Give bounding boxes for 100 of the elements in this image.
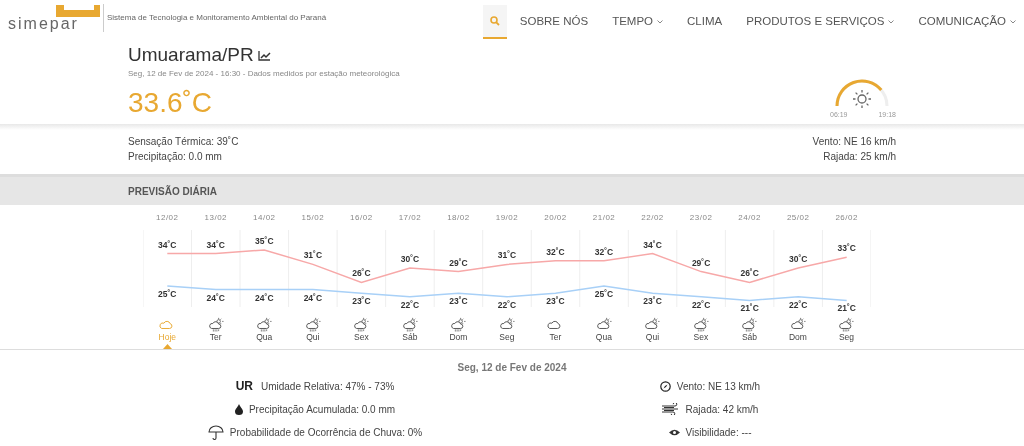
- selected-pointer-icon: [163, 344, 172, 349]
- tagline: Sistema de Tecnologia e Monitoramento Ambiental do Paraná: [107, 12, 327, 24]
- date-label: 17/02: [398, 213, 422, 222]
- temperature-label: 31˚C: [497, 250, 517, 261]
- date-label: 12/02: [156, 213, 179, 222]
- day-tab[interactable]: Ter: [531, 317, 580, 346]
- rain-cloud-sun-icon: [256, 317, 273, 332]
- detail-date: Seg, 12 de Fev de 2024: [457, 361, 567, 375]
- temperature-label: 22˚C: [691, 299, 711, 310]
- day-tab[interactable]: Seg: [822, 317, 871, 346]
- date-label: 18/02: [447, 213, 470, 222]
- nav-link[interactable]: PRODUTOS E SERVIÇOS: [746, 13, 895, 31]
- temperature-label: 26˚C: [352, 268, 371, 279]
- cloud-sun-icon: [498, 317, 515, 332]
- day-tab[interactable]: Dom: [773, 317, 823, 346]
- temperature-label: 29˚C: [449, 257, 468, 268]
- temperature-label: 23˚C: [643, 296, 662, 307]
- temperature-label: 22˚C: [400, 299, 420, 310]
- date-label: 23/02: [689, 213, 713, 222]
- detail-text: Vento: NE 13 km/h: [676, 379, 761, 394]
- compass-icon: [659, 380, 671, 392]
- temperature-label: 21˚C: [740, 303, 759, 314]
- temperature-label: 35˚C: [255, 236, 274, 246]
- rain-cloud-sun-icon: [207, 317, 224, 332]
- section-title: PREVISÃO DIÁRIA: [128, 184, 217, 199]
- city-title: Umuarama/PR: [128, 43, 254, 67]
- temperature-label: 33˚C: [837, 243, 856, 254]
- temperature-label: 23˚C: [449, 296, 468, 307]
- date-label: 21/02: [592, 213, 616, 222]
- cloud-sun-icon: [644, 317, 661, 332]
- rain-cloud-sun-icon: [304, 317, 321, 332]
- rain-cloud-sun-icon: [692, 317, 709, 332]
- day-tab[interactable]: Dom: [434, 317, 483, 346]
- detail-text: Umidade Relativa: 47% - 73%: [260, 379, 395, 394]
- day-tab[interactable]: Sáb: [385, 317, 435, 346]
- current-temperature: 33.6˚C: [128, 86, 214, 120]
- measurement-info: Seg, 12 de Fev de 2024 - 16:30 - Dados medidos por estação meteorológica: [128, 68, 400, 80]
- temperature-label: 24˚C: [255, 292, 274, 303]
- condition-text: Vento: NE 16 km/h: [812, 135, 896, 149]
- day-tab[interactable]: Qua: [240, 317, 289, 346]
- sun-icon: [853, 90, 871, 108]
- nav-link[interactable]: COMUNICAÇÃO: [918, 13, 1016, 31]
- date-label: 19/02: [495, 213, 519, 222]
- temperature-label: 25˚C: [158, 289, 177, 299]
- date-label: 25/02: [786, 213, 810, 222]
- temperature-label: 23˚C: [546, 296, 565, 307]
- temperature-label: 34˚C: [206, 239, 225, 250]
- temperature-label: 34˚C: [158, 239, 177, 250]
- rain-cloud-sun-icon: [838, 317, 855, 332]
- temperature-label: 30˚C: [400, 254, 420, 264]
- date-label: 20/02: [544, 213, 567, 222]
- temperature-label: 32˚C: [546, 246, 565, 257]
- date-label: 22/02: [641, 213, 664, 222]
- detail-text: Probabilidade de Ocorrência de Chuva: 0%: [229, 425, 423, 440]
- day-tab[interactable]: Seg: [482, 317, 532, 346]
- date-label: 15/02: [301, 213, 325, 222]
- logo-mark-icon: [54, 5, 100, 17]
- day-tab[interactable]: Qua: [579, 317, 629, 346]
- nav-link[interactable]: TEMPO: [612, 13, 664, 31]
- date-label: 24/02: [738, 213, 761, 222]
- chart-line-icon[interactable]: [257, 49, 271, 61]
- condition-text: Precipitação: 0.0 mm: [128, 150, 223, 164]
- day-tab[interactable]: Qui: [288, 317, 338, 346]
- eye-icon: [668, 428, 680, 436]
- temperature-label: 24˚C: [206, 292, 225, 303]
- rain-cloud-sun-icon: [401, 317, 418, 332]
- day-tab[interactable]: Sex: [676, 317, 726, 346]
- rain-cloud-sun-icon: [353, 317, 370, 332]
- nav-link[interactable]: SOBRE NÓS: [519, 13, 589, 31]
- date-label: 16/02: [350, 213, 373, 222]
- detail-text: Rajada: 42 km/h: [685, 402, 759, 417]
- detail-text: Precipitação Acumulada: 0.0 mm: [248, 402, 396, 417]
- humidity-label: UR: [235, 378, 253, 395]
- date-label: 13/02: [204, 213, 228, 222]
- drop-icon: [234, 403, 243, 415]
- temperature-label: 25˚C: [594, 289, 614, 299]
- day-tab[interactable]: Sex: [337, 317, 386, 346]
- search-icon: [489, 16, 500, 26]
- day-tab[interactable]: Ter: [191, 317, 241, 346]
- temperature-label: 26˚C: [740, 268, 759, 279]
- temperature-label: 32˚C: [594, 246, 614, 257]
- logo-text: simepar: [8, 17, 79, 31]
- temperature-label: 30˚C: [788, 254, 808, 264]
- condition-text: Sensação Térmica: 39˚C: [128, 135, 239, 149]
- day-tab[interactable]: Qui: [628, 317, 677, 346]
- temperature-label: 34˚C: [643, 239, 662, 250]
- temperature-label: 21˚C: [837, 303, 856, 314]
- rain-cloud-sun-icon: [450, 317, 467, 332]
- condition-text: Rajada: 25 km/h: [823, 150, 896, 164]
- temperature-label: 24˚C: [303, 292, 323, 303]
- umbrella-icon: [207, 424, 224, 440]
- day-tab[interactable]: Sáb: [725, 317, 774, 346]
- date-label: 26/02: [835, 213, 858, 222]
- rain-cloud-sun-icon: [741, 317, 758, 332]
- temperature-label: 23˚C: [352, 296, 371, 307]
- cloud-sun-icon: [595, 317, 612, 332]
- temperature-label: 29˚C: [691, 257, 711, 268]
- nav-link[interactable]: CLIMA: [687, 13, 723, 31]
- temperature-label: 22˚C: [788, 299, 808, 310]
- logo[interactable]: simepar: [8, 5, 100, 31]
